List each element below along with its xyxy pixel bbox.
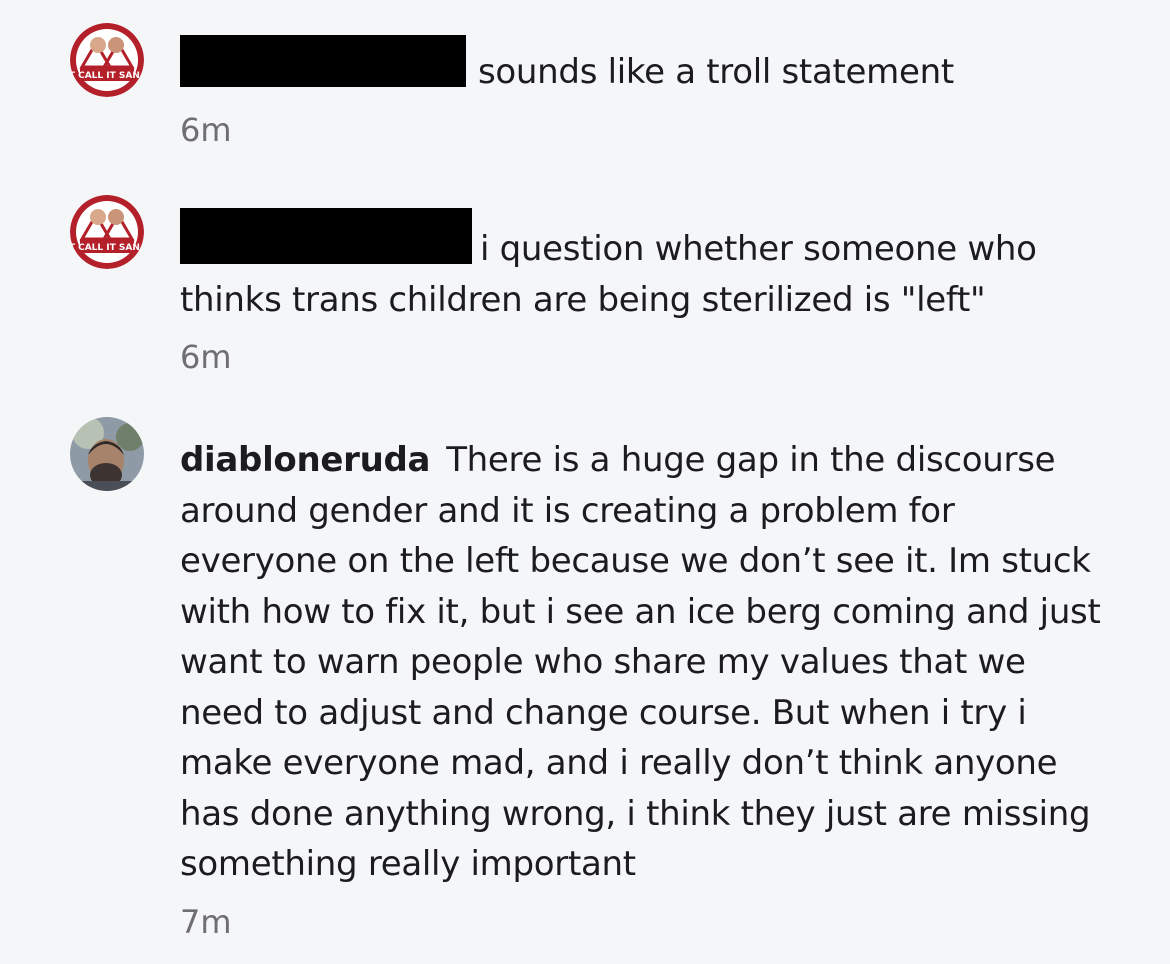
comment-username-link[interactable]: diabloneruda (180, 440, 431, 480)
san-fran-logo-avatar-icon[interactable]: DON'T CALL IT SAN FRAN (70, 23, 144, 97)
avatar-logo-text: DON'T CALL IT SAN FRAN (70, 71, 144, 81)
san-fran-logo-avatar-icon[interactable]: DON'T CALL IT SAN FRAN (70, 195, 144, 269)
avatar-logo-text: DON'T CALL IT SAN FRAN (70, 243, 144, 253)
timestamp: 6m (180, 110, 232, 149)
user-photo-avatar-icon[interactable] (70, 417, 144, 491)
comment-body: sounds like a troll statement (478, 52, 954, 92)
comment-item: DON'T CALL IT SAN FRAN i question whethe… (0, 180, 1170, 380)
comment-body: There is a huge gap in the discourse aro… (180, 440, 1101, 884)
timestamp: 6m (180, 338, 232, 376)
comment-item: DON'T CALL IT SAN FRAN sounds like a tro… (0, 0, 1170, 160)
comment-text: diabloneruda There is a huge gap in the d… (180, 435, 1110, 890)
redacted-username (180, 208, 472, 264)
timestamp: 7m (180, 902, 232, 941)
comment-text: i question whether someone who thinks tr… (180, 208, 1110, 325)
comment-item: diabloneruda There is a huge gap in the d… (0, 400, 1170, 960)
comment-text: sounds like a troll statement (180, 35, 1110, 98)
redacted-username (180, 35, 466, 87)
